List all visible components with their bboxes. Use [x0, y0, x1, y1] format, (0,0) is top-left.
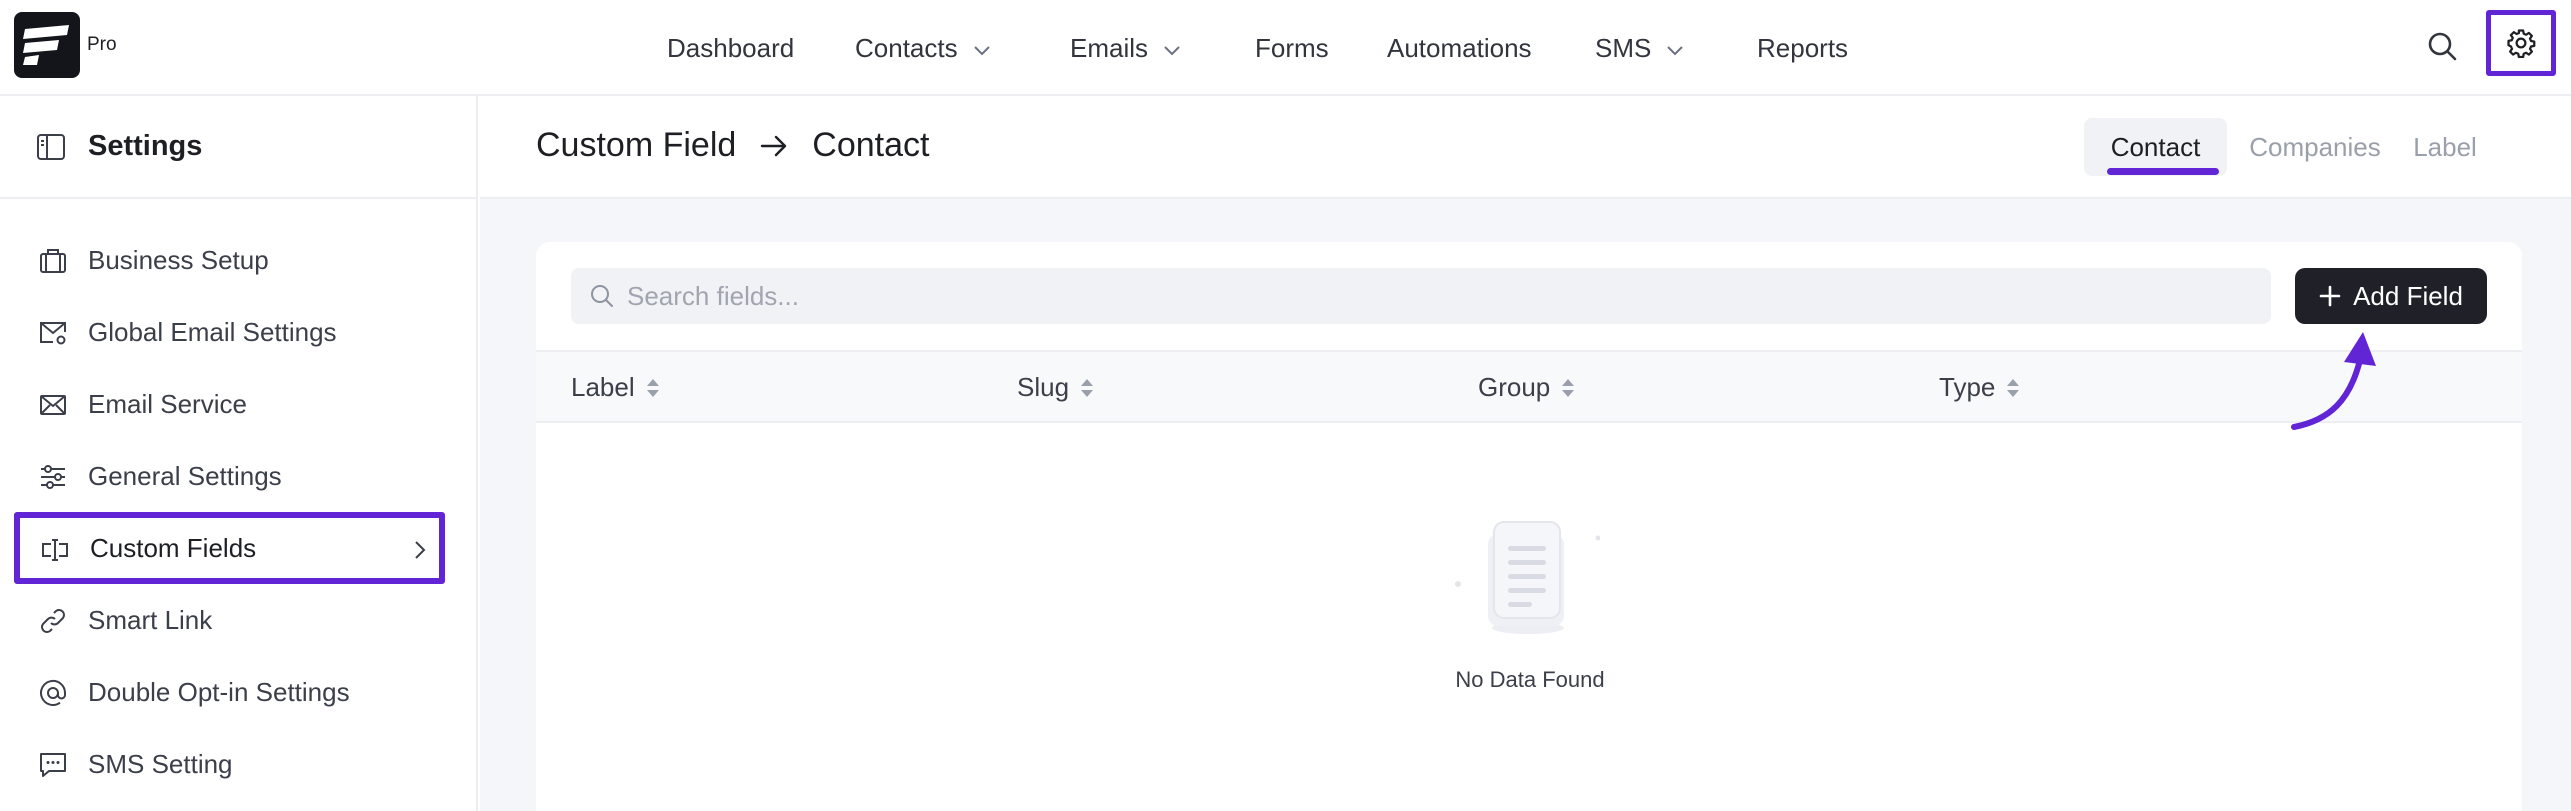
sidebar-item-business-setup[interactable]: Business Setup [14, 224, 444, 296]
nav-forms-label: Forms [1255, 32, 1329, 63]
nav-sms-label: SMS [1595, 32, 1652, 63]
sort-icon [645, 375, 661, 401]
nav-emails-label: Emails [1070, 32, 1149, 63]
nav-dashboard-label: Dashboard [667, 32, 795, 63]
sort-icon [1560, 375, 1576, 401]
active-tab-underline [2107, 168, 2219, 175]
sidebar-item-double-opt-in-settings[interactable]: Double Opt-in Settings [14, 656, 444, 728]
sort-icon [1079, 375, 1095, 401]
link-icon [38, 606, 68, 636]
app-logo[interactable] [14, 12, 80, 78]
sidebar-item-label: Email Service [88, 388, 247, 419]
nav-dashboard[interactable]: Dashboard [667, 0, 794, 96]
gear-icon [2507, 29, 2536, 58]
column-header-slug[interactable]: Slug [1017, 372, 1095, 403]
search-input[interactable] [627, 268, 2227, 324]
add-field-button[interactable]: Add Field [2295, 268, 2487, 324]
sidebar-title: Settings [88, 130, 203, 162]
arrow-right-icon [760, 134, 788, 158]
nav-sms[interactable]: SMS [1595, 0, 1685, 96]
sidebar-item-custom-fields[interactable]: Custom Fields [14, 512, 445, 584]
search-fields-box[interactable] [571, 268, 2271, 324]
nav-emails[interactable]: Emails [1070, 0, 1182, 96]
sidebar-item-sms-setting[interactable]: SMS Setting [14, 728, 444, 800]
content-header: Custom Field Contact Contact Companies L… [480, 96, 2571, 199]
column-header-group[interactable]: Group [1478, 372, 1576, 403]
nav-reports-label: Reports [1757, 32, 1849, 63]
sliders-icon [38, 462, 68, 492]
sidebar-panel-icon[interactable] [36, 132, 66, 167]
sidebar-item-global-email-settings[interactable]: Global Email Settings [14, 296, 444, 368]
sort-icon [2005, 375, 2021, 401]
column-header-label[interactable]: Label [571, 372, 661, 403]
logo-mark-icon [23, 25, 69, 65]
briefcase-icon [38, 246, 68, 276]
at-icon [38, 678, 68, 708]
nav-automations-label: Automations [1387, 32, 1532, 63]
sidebar-item-label: Global Email Settings [88, 316, 337, 347]
nav-contacts[interactable]: Contacts [855, 0, 992, 96]
sidebar-item-label: SMS Setting [88, 748, 233, 779]
tab-label[interactable]: Label [2400, 118, 2490, 176]
message-icon [38, 750, 68, 780]
plus-icon [2319, 285, 2341, 307]
chevron-down-icon [1665, 33, 1685, 64]
column-label-text: Label [571, 372, 635, 402]
sidebar-header: Settings [0, 96, 476, 199]
sidebar-item-label: Business Setup [88, 244, 269, 275]
breadcrumb-current: Contact [812, 126, 930, 164]
search-icon[interactable] [2422, 26, 2462, 66]
breadcrumb-parent[interactable]: Custom Field [536, 126, 736, 165]
sidebar-item-label: Double Opt-in Settings [88, 676, 350, 707]
sidebar-item-general-settings[interactable]: General Settings [14, 440, 444, 512]
top-navigation-bar: Pro Dashboard Contacts Emails Forms Auto… [0, 0, 2571, 96]
sidebar-item-label: Smart Link [88, 604, 213, 635]
mail-send-icon [38, 390, 68, 420]
annotation-arrow-icon [2280, 320, 2400, 445]
add-field-label: Add Field [2353, 280, 2463, 311]
nav-forms[interactable]: Forms [1255, 0, 1329, 96]
column-type-text: Type [1939, 372, 1996, 402]
chevron-down-icon [1162, 33, 1182, 64]
search-icon [589, 283, 615, 314]
column-slug-text: Slug [1017, 372, 1070, 402]
pro-badge: Pro [87, 34, 117, 55]
text-field-icon [40, 535, 70, 565]
sidebar-item-smart-link[interactable]: Smart Link [14, 584, 444, 656]
nav-automations[interactable]: Automations [1387, 0, 1532, 96]
empty-document-icon [1452, 516, 1601, 641]
empty-state-text: No Data Found [1455, 667, 1605, 692]
sidebar-item-label: Custom Fields [90, 532, 257, 563]
chevron-right-icon [413, 537, 427, 568]
mail-settings-icon [38, 318, 68, 348]
chevron-down-icon [972, 33, 992, 64]
nav-reports[interactable]: Reports [1757, 0, 1848, 96]
sidebar-item-email-service[interactable]: Email Service [14, 368, 444, 440]
column-group-text: Group [1478, 372, 1551, 402]
tab-companies[interactable]: Companies [2240, 118, 2390, 176]
settings-gear-button[interactable] [2486, 10, 2556, 76]
column-header-type[interactable]: Type [1939, 372, 2021, 403]
breadcrumb: Custom Field Contact [536, 126, 929, 165]
sidebar-item-label: General Settings [88, 460, 282, 491]
nav-contacts-label: Contacts [855, 32, 958, 63]
